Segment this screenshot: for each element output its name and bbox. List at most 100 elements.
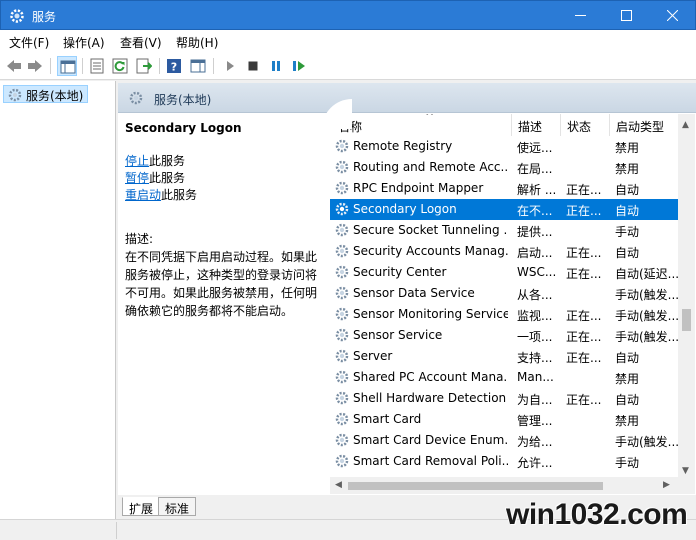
pause-service-link[interactable]: 暂停 bbox=[125, 171, 149, 185]
service-status: 正在... bbox=[566, 246, 602, 260]
toolbar-separator bbox=[213, 58, 214, 74]
help-button[interactable]: ? bbox=[164, 56, 184, 76]
service-name: Security Center bbox=[353, 265, 447, 279]
show-hide-console-tree-button[interactable] bbox=[57, 56, 77, 76]
table-row[interactable]: Remote Registry 使远... 禁用 bbox=[330, 136, 680, 157]
tree-item-services-local[interactable]: 服务(本地) bbox=[3, 85, 89, 103]
console-tree-icon bbox=[60, 60, 76, 74]
service-startup-type: 手动(触发... bbox=[615, 435, 680, 449]
table-row[interactable]: Sensor Service 一项... 正在... 手动(触发... bbox=[330, 325, 680, 346]
horizontal-scroll-thumb[interactable] bbox=[348, 482, 603, 490]
service-name: Smart Card Removal Poli... bbox=[353, 454, 508, 468]
menu-action[interactable]: 操作(A) bbox=[63, 34, 105, 51]
maximize-icon bbox=[621, 10, 632, 21]
forward-button[interactable] bbox=[25, 56, 45, 76]
watermark-text: win1032.com bbox=[506, 498, 688, 531]
service-gear-icon bbox=[335, 454, 349, 468]
service-gear-icon bbox=[335, 328, 349, 342]
table-row[interactable]: Server 支持... 正在... 自动 bbox=[330, 346, 680, 367]
vertical-scroll-thumb[interactable] bbox=[682, 309, 691, 331]
service-description: 提供... bbox=[517, 225, 553, 239]
start-service-button[interactable] bbox=[220, 56, 240, 76]
service-status: 正在... bbox=[566, 393, 602, 407]
export-list-button[interactable] bbox=[134, 56, 154, 76]
scroll-up-icon[interactable]: ▲ bbox=[682, 120, 689, 130]
service-startup-type: 禁用 bbox=[615, 372, 640, 386]
export-list-icon bbox=[136, 58, 152, 74]
play-icon bbox=[227, 61, 234, 71]
show-action-pane-button[interactable] bbox=[188, 56, 208, 76]
toolbar-separator bbox=[82, 58, 83, 74]
forward-arrow-icon bbox=[28, 60, 42, 72]
menu-help[interactable]: 帮助(H) bbox=[176, 34, 218, 51]
service-gear-icon bbox=[335, 433, 349, 447]
service-gear-icon bbox=[335, 391, 349, 405]
selected-service-title: Secondary Logon bbox=[125, 121, 242, 135]
service-description: Man... bbox=[517, 370, 554, 384]
stop-service-link[interactable]: 停止 bbox=[125, 154, 149, 168]
refresh-icon bbox=[112, 58, 128, 74]
svg-text:?: ? bbox=[171, 61, 177, 74]
service-startup-type: 禁用 bbox=[615, 414, 640, 428]
description-text: 在不同凭据下启用启动过程。如果此 服务被停止，这种类型的登录访问将 不可用。如果… bbox=[125, 250, 318, 318]
scroll-right-icon[interactable]: ▶ bbox=[663, 480, 670, 490]
sort-ascending-icon: ^ bbox=[425, 114, 435, 123]
action-pane-icon bbox=[190, 59, 206, 73]
table-row[interactable]: Shared PC Account Mana... Man... 禁用 bbox=[330, 367, 680, 388]
service-startup-type: 禁用 bbox=[615, 141, 640, 155]
pause-service-button[interactable] bbox=[266, 56, 286, 76]
table-row[interactable]: Sensor Data Service 从各... 手动(触发... bbox=[330, 283, 680, 304]
service-startup-type: 自动 bbox=[615, 393, 640, 407]
service-startup-type: 手动 bbox=[615, 456, 640, 470]
scroll-left-icon[interactable]: ◀ bbox=[335, 480, 342, 490]
restart-action: 重启动此服务 bbox=[125, 188, 198, 202]
service-name: Sensor Data Service bbox=[353, 286, 475, 300]
status-divider bbox=[116, 522, 117, 539]
window-title: 服务 bbox=[32, 10, 57, 24]
service-description: 使远... bbox=[517, 141, 553, 155]
table-row[interactable]: Security Accounts Manag... 启动... 正在... 自动 bbox=[330, 241, 680, 262]
table-row[interactable]: RPC Endpoint Mapper 解析 ... 正在... 自动 bbox=[330, 178, 680, 199]
table-row[interactable]: Smart Card 管理... 禁用 bbox=[330, 409, 680, 430]
column-header-name[interactable]: 名称 ^ bbox=[330, 114, 512, 136]
service-status: 正在... bbox=[566, 330, 602, 344]
column-header-status[interactable]: 状态 bbox=[561, 114, 610, 136]
close-button[interactable] bbox=[650, 1, 696, 30]
table-row-selected[interactable]: Secondary Logon 在不... 正在... 自动 bbox=[330, 199, 680, 220]
table-row[interactable]: Security Center WSC... 正在... 自动(延迟... bbox=[330, 262, 680, 283]
table-row[interactable]: Secure Socket Tunneling ... 提供... 手动 bbox=[330, 220, 680, 241]
table-row[interactable]: Smart Card Device Enum... 为给... 手动(触发... bbox=[330, 430, 680, 451]
toolbar-separator bbox=[159, 58, 160, 74]
scroll-down-icon[interactable]: ▼ bbox=[682, 466, 689, 476]
service-name: Secure Socket Tunneling ... bbox=[353, 223, 508, 237]
table-row[interactable]: Sensor Monitoring Service 监视... 正在... 手动(触发… bbox=[330, 304, 680, 325]
refresh-button[interactable] bbox=[110, 56, 130, 76]
minimize-button[interactable] bbox=[558, 1, 604, 30]
pane-header-title: 服务(本地) bbox=[154, 93, 212, 107]
vertical-scrollbar[interactable]: ▲ ▼ bbox=[678, 114, 695, 494]
stop-service-button[interactable] bbox=[243, 56, 263, 76]
menu-view[interactable]: 查看(V) bbox=[120, 34, 162, 51]
service-gear-icon bbox=[335, 412, 349, 426]
restart-service-link[interactable]: 重启动 bbox=[125, 188, 161, 202]
title-bar: 服务 bbox=[0, 0, 696, 30]
tab-standard[interactable]: 标准 bbox=[158, 497, 197, 516]
services-gear-icon bbox=[129, 91, 143, 105]
help-icon: ? bbox=[167, 59, 181, 74]
service-description: 在不... bbox=[517, 204, 553, 218]
column-header-description[interactable]: 描述 bbox=[512, 114, 561, 136]
service-gear-icon bbox=[335, 223, 349, 237]
menu-file[interactable]: 文件(F) bbox=[9, 34, 49, 51]
service-name: Smart Card Device Enum... bbox=[353, 433, 508, 447]
tab-extended[interactable]: 扩展 bbox=[122, 497, 161, 516]
service-startup-type: 自动 bbox=[615, 246, 640, 260]
table-row[interactable]: Smart Card Removal Poli... 允许... 手动 bbox=[330, 451, 680, 472]
maximize-button[interactable] bbox=[604, 1, 650, 30]
restart-service-button[interactable] bbox=[289, 56, 309, 76]
menu-bar: 文件(F) 操作(A) 查看(V) 帮助(H) bbox=[0, 30, 696, 52]
table-row[interactable]: Shell Hardware Detection 为自... 正在... 自动 bbox=[330, 388, 680, 409]
back-button[interactable] bbox=[4, 56, 24, 76]
properties-button[interactable] bbox=[87, 56, 107, 76]
table-row[interactable]: Routing and Remote Acc... 在局... 禁用 bbox=[330, 157, 680, 178]
service-gear-icon bbox=[335, 349, 349, 363]
